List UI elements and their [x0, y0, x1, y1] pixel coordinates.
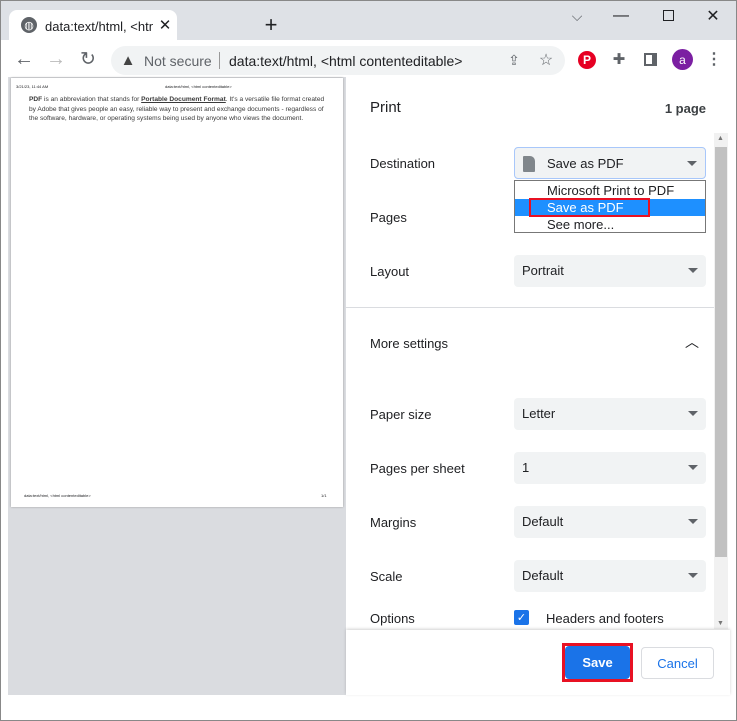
- paper-size-label: Paper size: [370, 407, 432, 422]
- layout-value: Portrait: [522, 263, 564, 278]
- side-panel-icon[interactable]: [644, 53, 657, 66]
- maximize-icon[interactable]: [663, 10, 674, 21]
- menu-kebab-icon[interactable]: ⋮: [706, 49, 722, 69]
- paper-size-select[interactable]: Letter: [514, 398, 706, 430]
- browser-toolbar: ← → ↻ ▲ Not secure data:text/html, <html…: [0, 40, 737, 77]
- divider: [346, 307, 714, 308]
- destination-select[interactable]: Save as PDF: [514, 147, 706, 179]
- tab-title: data:text/html, <html contentedi: [45, 19, 153, 34]
- body-bold: PDF: [29, 96, 43, 103]
- page-footer-url: data:text/html, <html contenteditable>: [24, 493, 91, 498]
- security-label[interactable]: Not secure: [144, 53, 212, 69]
- chevron-down-icon: [688, 573, 698, 578]
- destination-dropdown: Microsoft Print to PDF Save as PDF See m…: [514, 180, 706, 233]
- share-icon[interactable]: ⇪: [505, 51, 523, 69]
- bookmark-star-icon[interactable]: ☆: [537, 51, 555, 69]
- globe-icon: ◍: [21, 17, 37, 33]
- page-header-title: data:text/html, <html contenteditable>: [165, 84, 232, 89]
- close-tab-icon[interactable]: ✕: [157, 16, 173, 34]
- destination-value: Save as PDF: [547, 156, 624, 171]
- profile-avatar[interactable]: a: [672, 49, 693, 70]
- extensions-puzzle-icon[interactable]: ✚: [609, 49, 629, 69]
- browser-tab[interactable]: ◍ data:text/html, <html contentedi ✕: [9, 10, 177, 42]
- print-preview: 3/21/23, 11:44 AM data:text/html, <html …: [8, 77, 346, 695]
- scroll-up-icon[interactable]: ▲: [717, 135, 724, 142]
- page-footer-number: 1/1: [321, 493, 327, 498]
- pages-per-sheet-value: 1: [522, 460, 530, 475]
- options-row: Options ✓ Headers and footers: [346, 607, 714, 629]
- cancel-button[interactable]: Cancel: [641, 647, 714, 679]
- more-settings-label[interactable]: More settings: [370, 336, 448, 351]
- page-count: 1 page: [664, 101, 706, 116]
- print-title: Print: [370, 99, 401, 116]
- back-icon[interactable]: ←: [13, 48, 35, 70]
- layout-select[interactable]: Portrait: [514, 255, 706, 287]
- forward-icon[interactable]: →: [45, 48, 67, 70]
- body-link: Portable Document Format: [141, 96, 226, 103]
- scroll-down-icon[interactable]: ▼: [717, 620, 724, 627]
- headers-footers-checkbox[interactable]: ✓: [514, 610, 529, 625]
- page-body: PDF is an abbreviation that stands for P…: [29, 95, 329, 124]
- chevron-down-icon: [687, 161, 697, 166]
- reload-icon[interactable]: ↻: [77, 48, 99, 70]
- chevron-down-icon: [688, 268, 698, 273]
- scale-select[interactable]: Default: [514, 560, 706, 592]
- layout-label: Layout: [370, 264, 410, 279]
- body-text: is an abbreviation that stands for: [42, 96, 142, 103]
- pages-per-sheet-select[interactable]: 1: [514, 452, 706, 484]
- close-window-icon[interactable]: ✕: [703, 6, 723, 26]
- tab-search-chevron-icon[interactable]: ⌵: [567, 6, 587, 26]
- print-dialog: 3/21/23, 11:44 AM data:text/html, <html …: [0, 77, 737, 721]
- page-header-date: 3/21/23, 11:44 AM: [16, 84, 49, 89]
- option-microsoft-print[interactable]: Microsoft Print to PDF: [515, 182, 705, 199]
- save-button[interactable]: Save: [565, 646, 630, 679]
- headers-footers-label: Headers and footers: [546, 611, 664, 626]
- print-settings-panel: Print 1 page Destination Save as PDF Mic…: [346, 77, 730, 695]
- margins-label: Margins: [370, 515, 417, 530]
- chevron-down-icon: [688, 411, 698, 416]
- margins-select[interactable]: Default: [514, 506, 706, 538]
- chevron-up-icon[interactable]: ︿: [684, 333, 700, 351]
- scale-value: Default: [522, 568, 564, 583]
- options-label: Options: [370, 611, 415, 626]
- document-icon: [523, 156, 535, 172]
- pages-label: Pages: [370, 210, 407, 225]
- address-bar[interactable]: ▲ Not secure data:text/html, <html conte…: [111, 46, 565, 75]
- highlight-box: [529, 198, 650, 217]
- tab-strip: ◍ data:text/html, <html contentedi ✕ + ⌵…: [0, 0, 737, 42]
- scrollbar-thumb[interactable]: [715, 147, 727, 557]
- new-tab-icon[interactable]: +: [259, 12, 283, 37]
- chevron-down-icon: [688, 519, 698, 524]
- option-see-more[interactable]: See more...: [515, 216, 705, 233]
- chevron-down-icon: [688, 465, 698, 470]
- paper-size-value: Letter: [522, 406, 556, 421]
- scrollbar[interactable]: ▲ ▼: [714, 133, 728, 629]
- pinterest-icon[interactable]: P: [578, 51, 596, 69]
- scale-label: Scale: [370, 569, 403, 584]
- warning-icon: ▲: [120, 51, 136, 69]
- margins-value: Default: [522, 514, 564, 529]
- minimize-icon[interactable]: —: [611, 6, 631, 26]
- divider: [219, 52, 220, 69]
- pages-per-sheet-label: Pages per sheet: [370, 461, 465, 476]
- preview-page: 3/21/23, 11:44 AM data:text/html, <html …: [11, 78, 343, 507]
- destination-label: Destination: [370, 156, 436, 171]
- option-save-as-pdf[interactable]: Save as PDF: [515, 198, 705, 217]
- action-bar: Save Cancel: [346, 630, 730, 695]
- url-text[interactable]: data:text/html, <html contenteditable>: [229, 53, 462, 69]
